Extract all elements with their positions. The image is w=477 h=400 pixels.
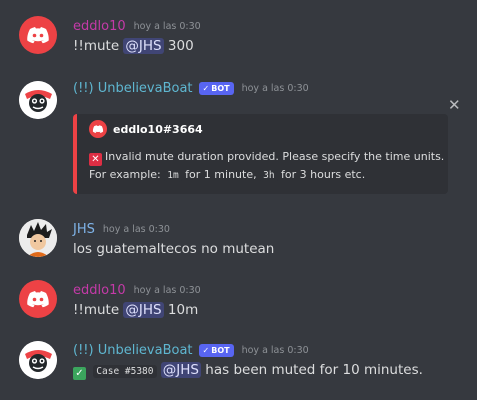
inline-code: 3h	[260, 169, 278, 182]
message-5: (!!) UnbelievaBoat ✓ BOT hoy a las 0:30 ✓…	[0, 335, 477, 400]
embed-line: Invalid mute duration provided. Please s…	[105, 150, 445, 163]
username[interactable]: (!!) UnbelievaBoat	[73, 343, 193, 358]
check-mark-icon: ✓	[202, 346, 210, 355]
timestamp: hoy a las 0:30	[133, 21, 201, 32]
discord-logo-icon[interactable]	[19, 16, 57, 54]
user-mention[interactable]: @JHS	[160, 362, 201, 378]
close-icon[interactable]: ✕	[448, 96, 461, 114]
embed-description: ✕ Invalid mute duration provided. Please …	[89, 148, 444, 184]
message-4: eddlo10 hoy a las 0:30 !!mute @JHS 10m	[0, 275, 477, 335]
message-text: 10m	[163, 302, 199, 318]
user-mention[interactable]: @JHS	[123, 302, 164, 318]
message-header: (!!) UnbelievaBoat ✓ BOT hoy a las 0:30	[73, 81, 309, 96]
check-mark-icon: ✓	[73, 367, 86, 380]
message-content: los guatemaltecos no mutean	[73, 241, 274, 257]
message-header: eddlo10 hoy a las 0:30	[73, 19, 201, 34]
embed-author: eddlo10#3664	[89, 120, 203, 138]
unbelievaboat-icon[interactable]	[19, 81, 57, 119]
bot-badge: ✓ BOT	[198, 344, 234, 357]
embed: eddlo10#3664 ✕ Invalid mute duration prov…	[73, 114, 448, 194]
timestamp: hoy a las 0:30	[241, 345, 309, 356]
timestamp: hoy a las 0:30	[102, 224, 170, 235]
message-content: !!mute @JHS 10m	[73, 302, 198, 318]
discord-logo-icon	[89, 120, 107, 138]
message-header: JHS hoy a las 0:30	[73, 222, 170, 237]
message-content: !!mute @JHS 300	[73, 38, 194, 54]
embed-author-name[interactable]: eddlo10#3664	[113, 123, 203, 136]
cross-mark-icon: ✕	[89, 153, 102, 166]
bot-label: BOT	[211, 84, 230, 93]
message-text: has been muted for 10 minutes.	[201, 362, 423, 378]
user-mention[interactable]: @JHS	[123, 38, 164, 54]
username[interactable]: eddlo10	[73, 283, 126, 298]
timestamp: hoy a las 0:30	[133, 285, 201, 296]
message-header: eddlo10 hoy a las 0:30	[73, 283, 201, 298]
embed-line: for 1 minute,	[181, 168, 261, 181]
message-header: (!!) UnbelievaBoat ✓ BOT hoy a las 0:30	[73, 343, 309, 358]
message-text: !!mute	[73, 302, 124, 318]
message-content: ✓ Case #5380 @JHS has been muted for 10 …	[73, 362, 423, 380]
bot-label: BOT	[211, 346, 230, 355]
inline-code: Case #5380	[93, 365, 157, 378]
check-mark-icon: ✓	[202, 84, 210, 93]
inline-code: 1m	[164, 169, 182, 182]
embed-line: For example:	[89, 168, 165, 181]
embed-line: for 3 hours etc.	[277, 168, 366, 181]
user-avatar[interactable]	[19, 219, 57, 257]
username[interactable]: eddlo10	[73, 19, 126, 34]
discord-logo-icon[interactable]	[19, 280, 57, 318]
message-1: eddlo10 hoy a las 0:30 !!mute @JHS 300	[0, 0, 477, 70]
message-text: 300	[163, 38, 194, 54]
bot-badge: ✓ BOT	[198, 82, 234, 95]
username[interactable]: (!!) UnbelievaBoat	[73, 81, 193, 96]
message-text: !!mute	[73, 38, 124, 54]
message-text: los guatemaltecos no mutean	[73, 241, 275, 257]
timestamp: hoy a las 0:30	[241, 83, 309, 94]
username[interactable]: JHS	[73, 222, 95, 237]
message-3: JHS hoy a las 0:30 los guatemaltecos no …	[0, 205, 477, 275]
unbelievaboat-icon[interactable]	[19, 341, 57, 379]
